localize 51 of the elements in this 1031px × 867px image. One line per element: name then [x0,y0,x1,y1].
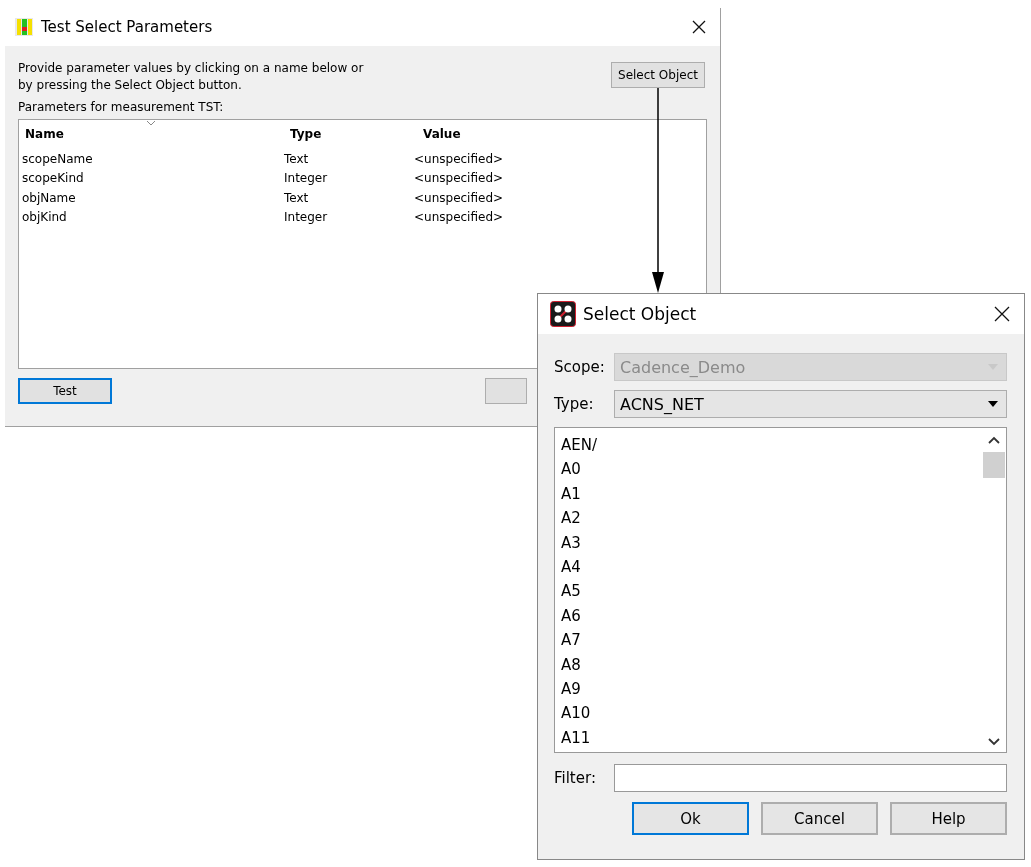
column-header[interactable]: Value [420,127,623,141]
table-cell-text: scopeKind [22,171,85,186]
table-cell-text: Text [284,151,310,166]
scroll-thumb[interactable] [983,452,1005,478]
field-label: Filter: [554,769,597,787]
table-cell-text: <unspecified> [414,151,505,166]
table-cell-text: <unspecified> [414,190,505,205]
instructions-text: Provide parameter values by clicking on a name below or by pressing the Select Object button. [18,60,365,94]
select-object-button[interactable]: Select Object [611,62,705,88]
close-icon[interactable] [994,306,1010,322]
column-header[interactable]: Type [287,127,420,141]
column-header[interactable]: Name [22,127,287,141]
list-item[interactable]: A7 [561,628,982,653]
close-icon[interactable] [692,20,706,34]
list-item[interactable]: A1 [561,481,982,507]
list-item[interactable]: A6 [561,603,982,629]
table-label: Parameters for measurement TST: [18,100,225,114]
table-cell-text: <unspecified> [414,210,505,225]
table-cell-text: Integer [284,210,329,225]
table-cell-text: scopeName [22,151,94,166]
list-item[interactable]: A9 [561,676,982,702]
scroll-down-icon[interactable] [988,738,1000,746]
filter-field[interactable] [614,764,1007,792]
dropdown[interactable]: ACNS_NET [614,390,1007,418]
list-item[interactable]: A5 [561,579,982,604]
window-title: Select Object [583,304,698,324]
caret-icon[interactable] [988,401,998,407]
dialog-button[interactable]: Ok [632,802,749,835]
dialog-button[interactable]: Help [890,802,1007,835]
bar-chart-icon [14,17,34,37]
window-title: Test Select Parameters [41,18,214,36]
list-item[interactable]: A11 [561,725,982,751]
table-cell-text: Integer [284,171,329,186]
table-cell-text: Text [284,190,310,205]
table-cell-text: <unspecified> [414,171,505,186]
list-item[interactable]: A3 [561,530,982,555]
table-cell-text: objName [22,190,77,205]
field-label: Scope: [554,358,606,376]
dialog-button[interactable]: Cancel [761,802,878,835]
circuit-icon [550,301,576,327]
list-item[interactable]: A0 [561,457,982,482]
list-item[interactable]: A10 [561,701,982,726]
list-item[interactable]: A8 [561,652,982,677]
table-cell-text: objKind [22,210,68,225]
list-item[interactable]: A2 [561,506,982,531]
scroll-up-icon[interactable] [988,436,1000,444]
field-label: Type: [554,395,595,413]
test-button[interactable]: Test [18,378,112,404]
list-item[interactable]: AEN/ [561,433,982,458]
sort-caret-icon [146,120,156,126]
list-item[interactable]: A4 [561,554,982,580]
